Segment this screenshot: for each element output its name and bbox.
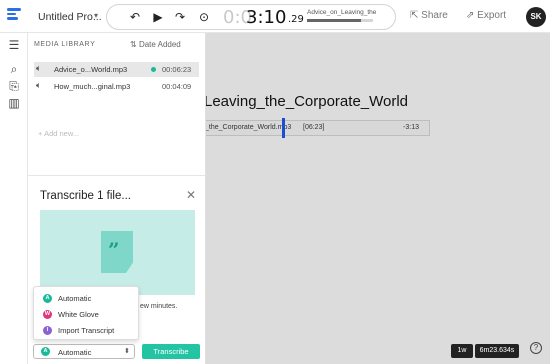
zoom-level-badge[interactable]: 1w <box>451 344 473 358</box>
share-label: Share <box>421 10 448 21</box>
speaker-icon: 🔈︎ <box>36 80 42 90</box>
file-duration: 00:06:23 <box>162 65 192 74</box>
add-new-button[interactable]: + Add new... <box>38 129 79 138</box>
current-track-name: Advice_on_Leaving_the <box>307 9 377 16</box>
speaker-icon: 🔈︎ <box>36 63 42 73</box>
close-icon[interactable]: ✕ <box>186 188 196 202</box>
automatic-badge-icon: A <box>41 347 50 356</box>
library-heading: MEDIA LIBRARY <box>34 41 96 48</box>
sort-dropdown[interactable]: ⇅ Date Added <box>130 40 181 49</box>
editor-title: Leaving_the_Corporate_World <box>204 93 409 110</box>
transcribe-title: Transcribe 1 file... <box>40 190 131 202</box>
top-bar: Untitled Pro... ▾ ↶ ▶ ↷ ⊙ 0:0 3:10 .29 A… <box>0 0 550 33</box>
menu-item-import-transcript[interactable]: I Import Transcript <box>34 323 138 338</box>
menu-item-label: Automatic <box>58 294 92 303</box>
transport-controls: ↶ ▶ ↷ ⊙ 0:0 3:10 .29 Advice_on_Leaving_t… <box>106 4 396 30</box>
track-progress-bar[interactable] <box>307 19 373 22</box>
help-icon[interactable]: ? <box>530 342 542 354</box>
menu-icon[interactable]: ☰ <box>7 38 21 52</box>
timecode-main: 3:10 <box>246 7 287 28</box>
play-icon[interactable]: ▶ <box>151 10 165 24</box>
transcribe-button[interactable]: Transcribe <box>142 344 200 359</box>
list-item[interactable]: 🔈︎ How_much...ginal.mp3 00:04:09 <box>34 79 199 94</box>
track-progress-fill <box>307 19 362 22</box>
sort-label: Date Added <box>138 40 181 49</box>
export-icon: ⇗ <box>466 10 475 21</box>
transcript-illustration: ” <box>40 210 195 295</box>
redo-icon[interactable]: ↷ <box>173 10 187 24</box>
file-name: Advice_o...World.mp3 <box>54 65 128 74</box>
export-label: Export <box>477 10 507 21</box>
menu-item-white-glove[interactable]: W White Glove <box>34 307 138 322</box>
clip-name: _the_Corporate_World.mp3 <box>205 124 292 131</box>
chevron-down-icon[interactable]: ▾ <box>94 11 98 20</box>
sort-icon: ⇅ <box>130 40 137 49</box>
export-button[interactable]: ⇗ Export <box>466 10 506 21</box>
selected-method: Automatic <box>58 348 92 357</box>
select-arrows-icon: ⬍ <box>124 348 130 355</box>
avatar[interactable]: SK <box>526 7 546 27</box>
search-icon[interactable]: ⌕ <box>7 62 21 76</box>
clip-remaining: -3:13 <box>403 124 419 131</box>
menu-item-automatic[interactable]: A Automatic <box>34 291 138 306</box>
app-logo-icon[interactable] <box>7 8 21 24</box>
automatic-badge-icon: A <box>43 294 52 303</box>
import-badge-icon: I <box>43 326 52 335</box>
share-button[interactable]: ⇱ Share <box>410 10 448 21</box>
media-library-panel: MEDIA LIBRARY ⇅ Date Added 🔈︎ Advice_o..… <box>28 33 206 175</box>
document-title[interactable]: Untitled Pro... <box>38 11 102 23</box>
quote-icon: ” <box>108 238 120 262</box>
status-dot <box>151 67 156 72</box>
timecode-fraction: .29 <box>288 14 304 25</box>
transcribe-note: ew minutes. <box>140 303 178 310</box>
add-new-label: Add new... <box>44 129 80 138</box>
file-name: How_much...ginal.mp3 <box>54 82 131 91</box>
speed-icon[interactable]: ⊙ <box>197 10 211 24</box>
list-item[interactable]: 🔈︎ Advice_o...World.mp3 00:06:23 <box>34 62 199 77</box>
library-icon[interactable]: ▥ <box>7 96 21 110</box>
share-icon: ⇱ <box>410 10 419 21</box>
transcribe-method-select[interactable]: A Automatic ⬍ <box>33 344 135 359</box>
total-duration-badge: 6m23.634s <box>475 344 519 358</box>
menu-item-label: Import Transcript <box>58 326 115 335</box>
white-glove-badge-icon: W <box>43 310 52 319</box>
menu-item-label: White Glove <box>58 310 99 319</box>
audio-clip[interactable]: _the_Corporate_World.mp3 [06:23] -3:13 <box>200 120 430 136</box>
file-duration: 00:04:09 <box>162 82 192 91</box>
left-rail: ☰ ⌕ ⎘ ▥ <box>0 33 28 364</box>
clip-duration: [06:23] <box>303 124 325 131</box>
playhead[interactable] <box>282 118 285 138</box>
transcribe-method-menu: A Automatic W White Glove I Import Trans… <box>33 286 139 340</box>
document-icon[interactable]: ⎘ <box>7 79 21 93</box>
undo-icon[interactable]: ↶ <box>128 10 142 24</box>
